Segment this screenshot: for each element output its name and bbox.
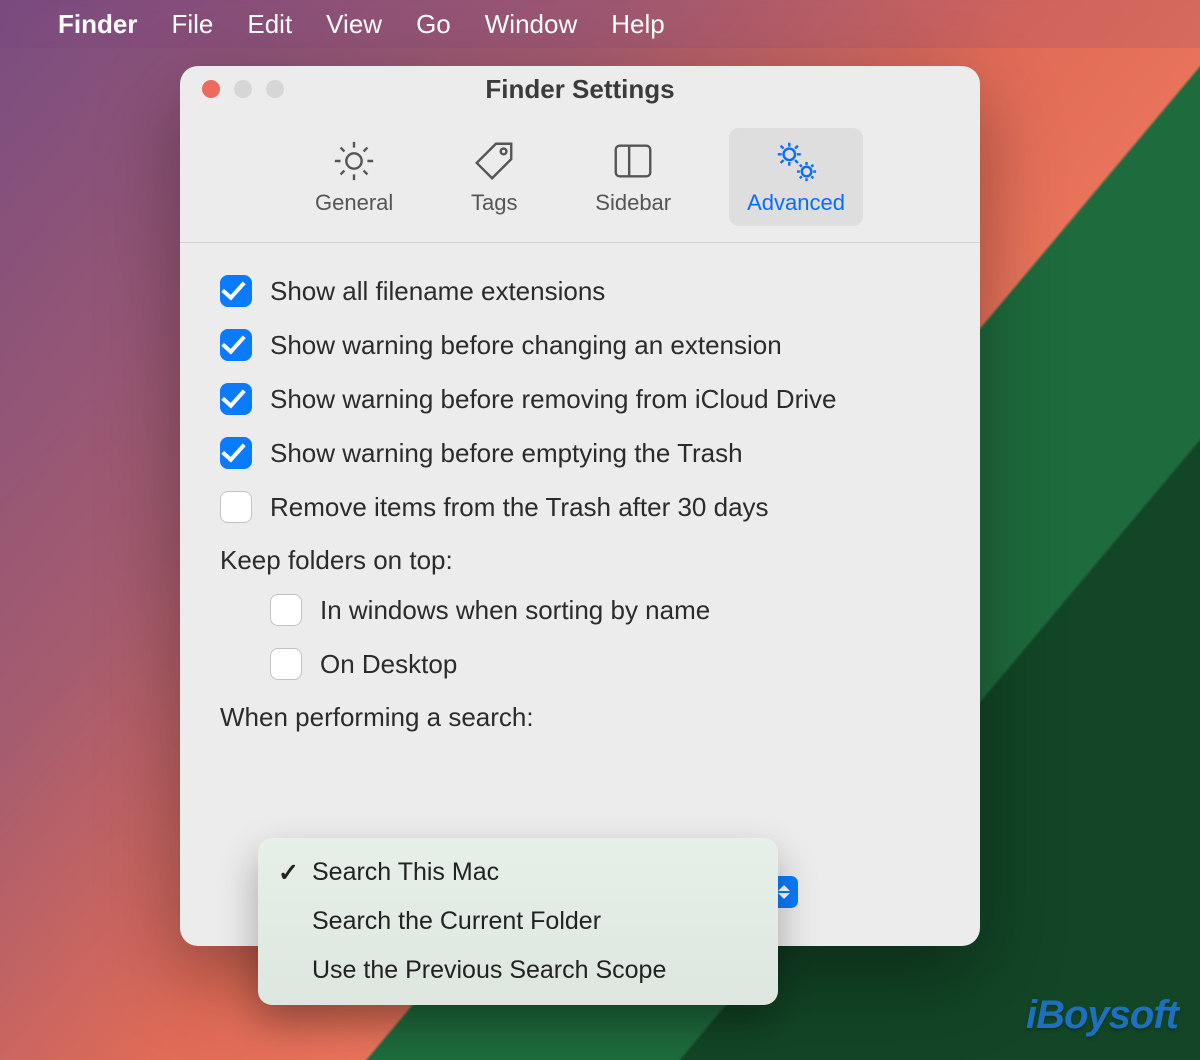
- zoom-button[interactable]: [266, 80, 284, 98]
- titlebar: Finder Settings: [180, 66, 980, 112]
- checkbox-label: Show warning before changing an extensio…: [270, 330, 782, 361]
- keep-on-top-label: Keep folders on top:: [220, 545, 940, 576]
- sidebar-icon: [608, 138, 658, 184]
- desktop: Finder File Edit View Go Window Help Fin…: [0, 0, 1200, 1060]
- menubar-item-help[interactable]: Help: [611, 9, 664, 40]
- checkbox-label: On Desktop: [320, 649, 457, 680]
- menubar-item-go[interactable]: Go: [416, 9, 451, 40]
- search-option-current-folder[interactable]: Search the Current Folder: [258, 897, 778, 946]
- checkbox[interactable]: [220, 491, 252, 523]
- checkbox-label: Show warning before emptying the Trash: [270, 438, 743, 469]
- tab-tags[interactable]: Tags: [451, 128, 537, 226]
- close-button[interactable]: [202, 80, 220, 98]
- check-keep-on-top-desktop[interactable]: On Desktop: [220, 648, 940, 680]
- checkbox[interactable]: [220, 275, 252, 307]
- checkbox-label: In windows when sorting by name: [320, 595, 710, 626]
- advanced-pane: Show all filename extensions Show warnin…: [180, 243, 980, 783]
- tab-label: Advanced: [747, 190, 845, 216]
- search-scope-popup: Search This Mac Search the Current Folde…: [258, 838, 778, 1005]
- gear-icon: [329, 138, 379, 184]
- search-scope-label: When performing a search:: [220, 702, 940, 733]
- menubar-item-window[interactable]: Window: [485, 9, 577, 40]
- window-title: Finder Settings: [485, 74, 674, 105]
- search-option-this-mac[interactable]: Search This Mac: [258, 848, 778, 897]
- menubar-app-name[interactable]: Finder: [58, 9, 137, 40]
- checkbox-label: Remove items from the Trash after 30 day…: [270, 492, 769, 523]
- menubar-item-file[interactable]: File: [171, 9, 213, 40]
- tab-label: General: [315, 190, 393, 216]
- checkbox-label: Show warning before removing from iCloud…: [270, 384, 836, 415]
- tag-icon: [469, 138, 519, 184]
- check-warn-icloud-remove[interactable]: Show warning before removing from iCloud…: [220, 383, 940, 415]
- watermark-logo: iBoysoft: [1026, 993, 1178, 1038]
- menubar-item-edit[interactable]: Edit: [247, 9, 292, 40]
- traffic-lights: [202, 80, 284, 98]
- double-gear-icon: [771, 138, 821, 184]
- checkbox[interactable]: [220, 437, 252, 469]
- checkbox[interactable]: [270, 594, 302, 626]
- tab-label: Sidebar: [595, 190, 671, 216]
- menubar-item-view[interactable]: View: [326, 9, 382, 40]
- menubar: Finder File Edit View Go Window Help: [0, 0, 1200, 48]
- checkbox[interactable]: [270, 648, 302, 680]
- check-auto-empty-trash[interactable]: Remove items from the Trash after 30 day…: [220, 491, 940, 523]
- tab-sidebar[interactable]: Sidebar: [577, 128, 689, 226]
- tab-general[interactable]: General: [297, 128, 411, 226]
- check-show-extensions[interactable]: Show all filename extensions: [220, 275, 940, 307]
- tab-label: Tags: [471, 190, 517, 216]
- minimize-button[interactable]: [234, 80, 252, 98]
- checkbox[interactable]: [220, 383, 252, 415]
- finder-settings-window: Finder Settings General Tags Sidebar: [180, 66, 980, 946]
- check-warn-change-ext[interactable]: Show warning before changing an extensio…: [220, 329, 940, 361]
- checkbox-label: Show all filename extensions: [270, 276, 605, 307]
- settings-toolbar: General Tags Sidebar: [180, 112, 980, 243]
- check-warn-empty-trash[interactable]: Show warning before emptying the Trash: [220, 437, 940, 469]
- tab-advanced[interactable]: Advanced: [729, 128, 863, 226]
- search-option-previous-scope[interactable]: Use the Previous Search Scope: [258, 946, 778, 995]
- checkbox[interactable]: [220, 329, 252, 361]
- check-keep-on-top-windows[interactable]: In windows when sorting by name: [220, 594, 940, 626]
